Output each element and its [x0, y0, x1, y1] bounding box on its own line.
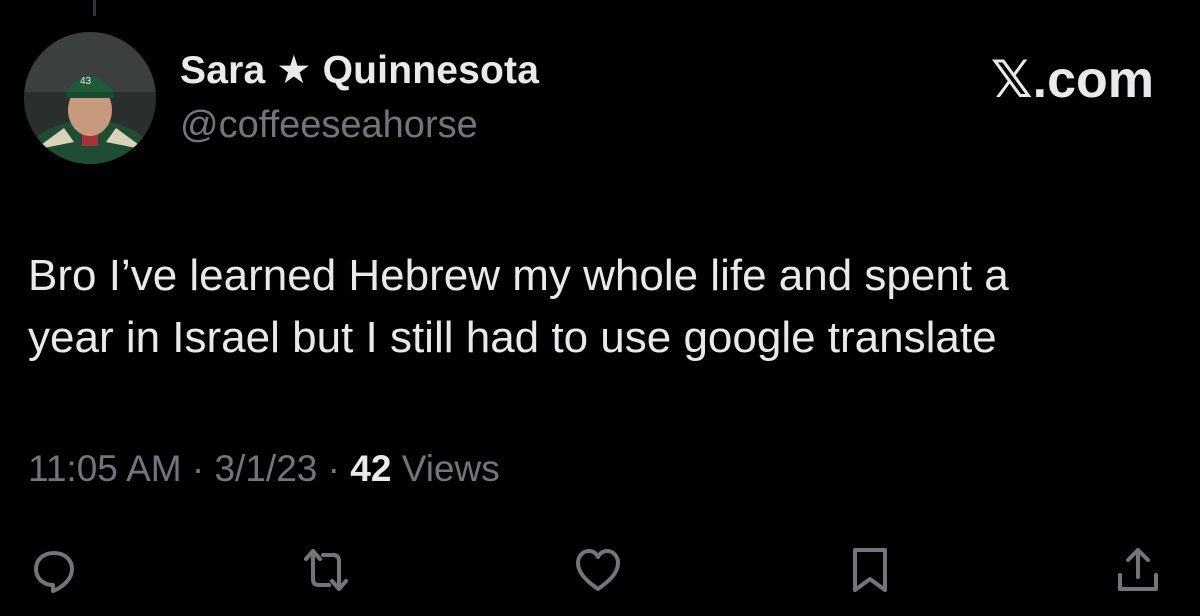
- retweet-icon: [304, 549, 348, 591]
- tweet-text-line: year in Israel but I still had to use go…: [28, 313, 997, 362]
- tweet-text-line: Bro I’ve learned Hebrew my whole life an…: [28, 251, 1009, 300]
- tweet-date[interactable]: 3/1/23: [214, 448, 317, 489]
- retweet-button[interactable]: [296, 540, 356, 600]
- like-button[interactable]: [568, 540, 628, 600]
- x-logo-watermark: 𝕏.com: [990, 51, 1154, 109]
- svg-text:43: 43: [80, 76, 92, 87]
- views-label[interactable]: Views: [402, 448, 500, 489]
- avatar-image: 43: [24, 32, 156, 164]
- views-count[interactable]: 42: [350, 448, 391, 489]
- reply-button[interactable]: [24, 540, 84, 600]
- meta-separator: ·: [191, 448, 205, 489]
- tweet-time[interactable]: 11:05 AM: [28, 448, 182, 489]
- share-button[interactable]: [1108, 540, 1168, 600]
- tweet-text: Bro I’ve learned Hebrew my whole life an…: [28, 245, 1178, 369]
- thread-connector-line: [93, 0, 96, 16]
- reply-icon: [34, 551, 74, 593]
- avatar[interactable]: 43: [24, 32, 156, 164]
- bookmark-button[interactable]: [840, 540, 900, 600]
- meta-separator: ·: [327, 448, 340, 489]
- share-icon: [1118, 548, 1158, 591]
- like-icon: [576, 549, 620, 591]
- display-name[interactable]: Sara ★ Quinnesota: [180, 48, 539, 93]
- user-handle[interactable]: @coffeeseahorse: [180, 104, 478, 147]
- tweet-metadata: 11:05 AM · 3/1/23 · 42 Views: [28, 448, 500, 490]
- tweet-action-bar: [0, 540, 1200, 600]
- bookmark-icon: [853, 548, 887, 592]
